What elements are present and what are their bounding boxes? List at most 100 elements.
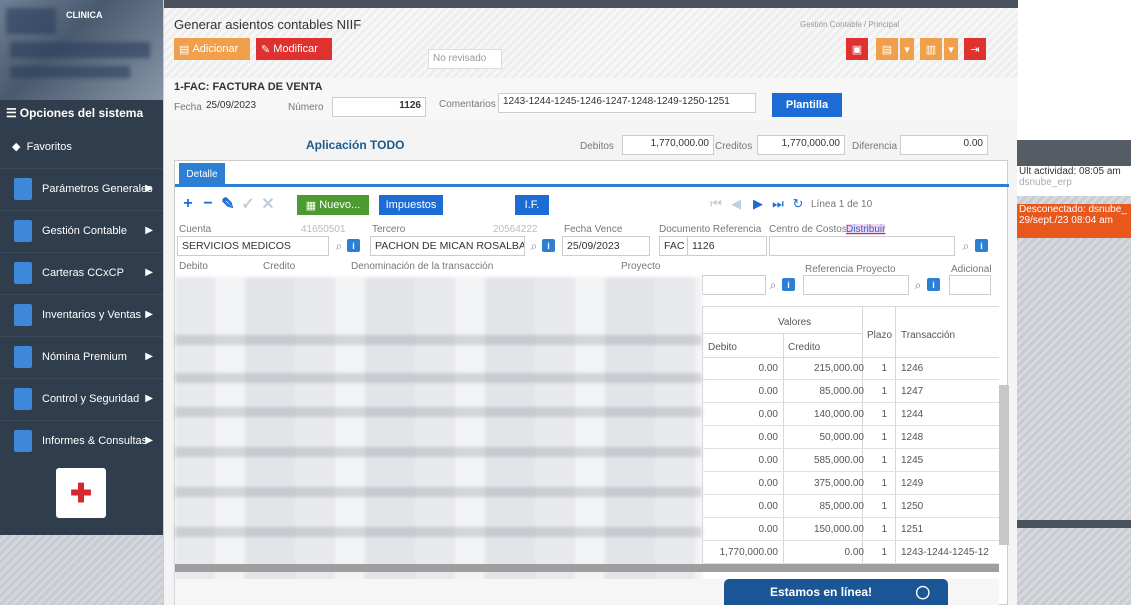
table-row[interactable]: 0.00 85,000.00 1 1247: [702, 380, 999, 403]
clinic-logo-area: CLINICA: [0, 0, 163, 100]
comments-field[interactable]: 1243-1244-1245-1246-1247-1248-1249-1250-…: [498, 93, 756, 113]
minus-icon[interactable]: −: [199, 195, 217, 213]
table-row[interactable]: 0.00 585,000.00 1 1245: [702, 449, 999, 472]
sidebar-footer: [0, 535, 163, 605]
if-button[interactable]: I.F.: [515, 195, 549, 215]
pdf-icon[interactable]: ▣: [846, 38, 868, 60]
plus-icon[interactable]: +: [179, 195, 197, 213]
third-party-field[interactable]: PACHON DE MICAN ROSALBA: [370, 236, 525, 256]
grid-line: [702, 306, 999, 307]
reference-doc-label: Documento Referencia: [659, 224, 762, 235]
last-icon[interactable]: ⏭: [769, 195, 787, 213]
breadcrumb: Gestión Contable / Principal: [800, 20, 900, 29]
reference-doc-number[interactable]: 1126: [687, 236, 767, 256]
tab-detalle[interactable]: Detalle: [179, 163, 225, 185]
sidebar-item-carteras[interactable]: Carteras CCxCP ▶: [0, 252, 163, 292]
template-button[interactable]: Plantilla: [772, 93, 842, 117]
info-icon[interactable]: i: [347, 239, 360, 252]
cell-debit: 0.00: [758, 386, 778, 397]
date-field[interactable]: 25/09/2023: [202, 98, 278, 118]
number-field[interactable]: 1126: [332, 97, 426, 117]
additional-label: Adicional: [951, 264, 992, 275]
search-icon[interactable]: ⌕: [527, 239, 541, 253]
sidebar-item-control[interactable]: Control y Seguridad ▶: [0, 378, 163, 418]
favorites-link[interactable]: ◆ Favoritos: [12, 140, 72, 153]
cell-credit: 85,000.00: [819, 501, 865, 512]
application-title: Aplicación TODO: [306, 138, 405, 152]
sidebar-item-informes[interactable]: Informes & Consultas ▶: [0, 420, 163, 460]
table-row[interactable]: 1,770,000.00 0.00 1 1243-1244-1245-12: [702, 541, 999, 564]
debit-label: Debito: [179, 261, 208, 272]
third-party-label: Tercero: [372, 224, 406, 235]
tab-bar: Detalle: [175, 161, 1009, 187]
sidebar-item-gestion-contable[interactable]: Gestión Contable ▶: [0, 210, 163, 250]
edit-icon[interactable]: ✎: [219, 195, 237, 213]
project-label: Proyecto: [621, 261, 661, 272]
info-icon[interactable]: i: [782, 278, 795, 291]
reference-doc-type[interactable]: FAC: [659, 236, 687, 256]
database-icon: [14, 261, 32, 284]
table-row[interactable]: 0.00 85,000.00 1 1250: [702, 495, 999, 518]
search-icon[interactable]: ⌕: [332, 239, 346, 253]
sidebar-item-inventarios[interactable]: Inventarios y Ventas ▶: [0, 294, 163, 334]
next-icon[interactable]: ▶: [749, 195, 767, 213]
account-code: 41650501: [301, 224, 346, 235]
sidebar-item-parametros[interactable]: Parámetros Generales ▶: [0, 168, 163, 208]
chat-widget[interactable]: Estamos en línea! ◯: [724, 579, 948, 605]
import-icon[interactable]: ▥: [920, 38, 942, 60]
project-field[interactable]: [702, 275, 766, 295]
system-options-title[interactable]: ☰ Opciones del sistema: [6, 106, 143, 120]
add-button[interactable]: ▤ Adicionar: [174, 38, 250, 60]
cost-center-field[interactable]: [769, 236, 955, 256]
add-icon: ▤: [179, 43, 193, 56]
additional-field[interactable]: [949, 275, 991, 295]
table-row[interactable]: 0.00 150,000.00 1 1251: [702, 518, 999, 541]
cell-term: 1: [881, 524, 887, 535]
chevron-down-icon[interactable]: ▾: [944, 38, 958, 60]
blurred-info: [10, 66, 130, 78]
horizontal-scrollbar[interactable]: [175, 564, 999, 572]
project-ref-field[interactable]: [803, 275, 909, 295]
sidebar-item-label: Carteras CCxCP: [42, 266, 124, 279]
chevron-down-icon[interactable]: ▾: [900, 38, 914, 60]
first-icon[interactable]: ⏮: [707, 195, 725, 213]
exit-icon[interactable]: ⇥: [964, 38, 986, 60]
page-header: Generar asientos contables NIIF Gestión …: [164, 8, 1018, 78]
info-icon[interactable]: i: [542, 239, 555, 252]
due-date-field[interactable]: 25/09/2023: [562, 236, 650, 256]
table-row[interactable]: 0.00 375,000.00 1 1249: [702, 472, 999, 495]
search-icon[interactable]: ⌕: [911, 278, 925, 292]
distribute-link[interactable]: Distribuir: [846, 224, 886, 235]
close-icon[interactable]: ✕: [259, 195, 277, 213]
refresh-icon[interactable]: ↻: [789, 195, 807, 213]
cell-credit: 150,000.00: [813, 524, 864, 535]
check-icon[interactable]: ✓: [239, 195, 257, 213]
last-activity-text: Ult actividad: 08:05 am: [1019, 166, 1121, 177]
chat-label: Estamos en línea!: [770, 585, 873, 599]
sidebar: CLINICA ☰ Opciones del sistema ◆ Favorito…: [0, 0, 163, 605]
info-icon[interactable]: i: [975, 239, 988, 252]
table-row[interactable]: 0.00 215,000.00 1 1246: [702, 357, 999, 380]
cell-term: 1: [881, 501, 887, 512]
credit-label: Credito: [263, 261, 296, 272]
cell-term: 1: [881, 547, 887, 558]
edit-icon: ✎: [261, 43, 274, 56]
table-row[interactable]: 0.00 140,000.00 1 1244: [702, 403, 999, 426]
debits-label: Debitos: [580, 141, 614, 152]
table-row[interactable]: 0.00 50,000.00 1 1248: [702, 426, 999, 449]
search-icon[interactable]: ⌕: [766, 278, 780, 292]
col-transaction: Transacción: [901, 330, 956, 341]
account-field[interactable]: SERVICIOS MEDICOS: [177, 236, 329, 256]
search-icon[interactable]: ⌕: [959, 239, 973, 253]
vertical-scrollbar[interactable]: [999, 385, 1009, 545]
new-button[interactable]: ▦ Nuevo...: [297, 195, 369, 215]
prev-icon[interactable]: ◀: [727, 195, 745, 213]
cell-credit: 215,000.00: [813, 363, 864, 374]
edit-button[interactable]: ✎ Modificar: [256, 38, 332, 60]
taxes-button[interactable]: Impuestos: [379, 195, 443, 215]
account-label: Cuenta: [179, 224, 212, 235]
sidebar-item-nomina[interactable]: Nómina Premium ▶: [0, 336, 163, 376]
user-name: dsnube_erp: [1019, 177, 1072, 188]
export-icon[interactable]: ▤: [876, 38, 898, 60]
info-icon[interactable]: i: [927, 278, 940, 291]
